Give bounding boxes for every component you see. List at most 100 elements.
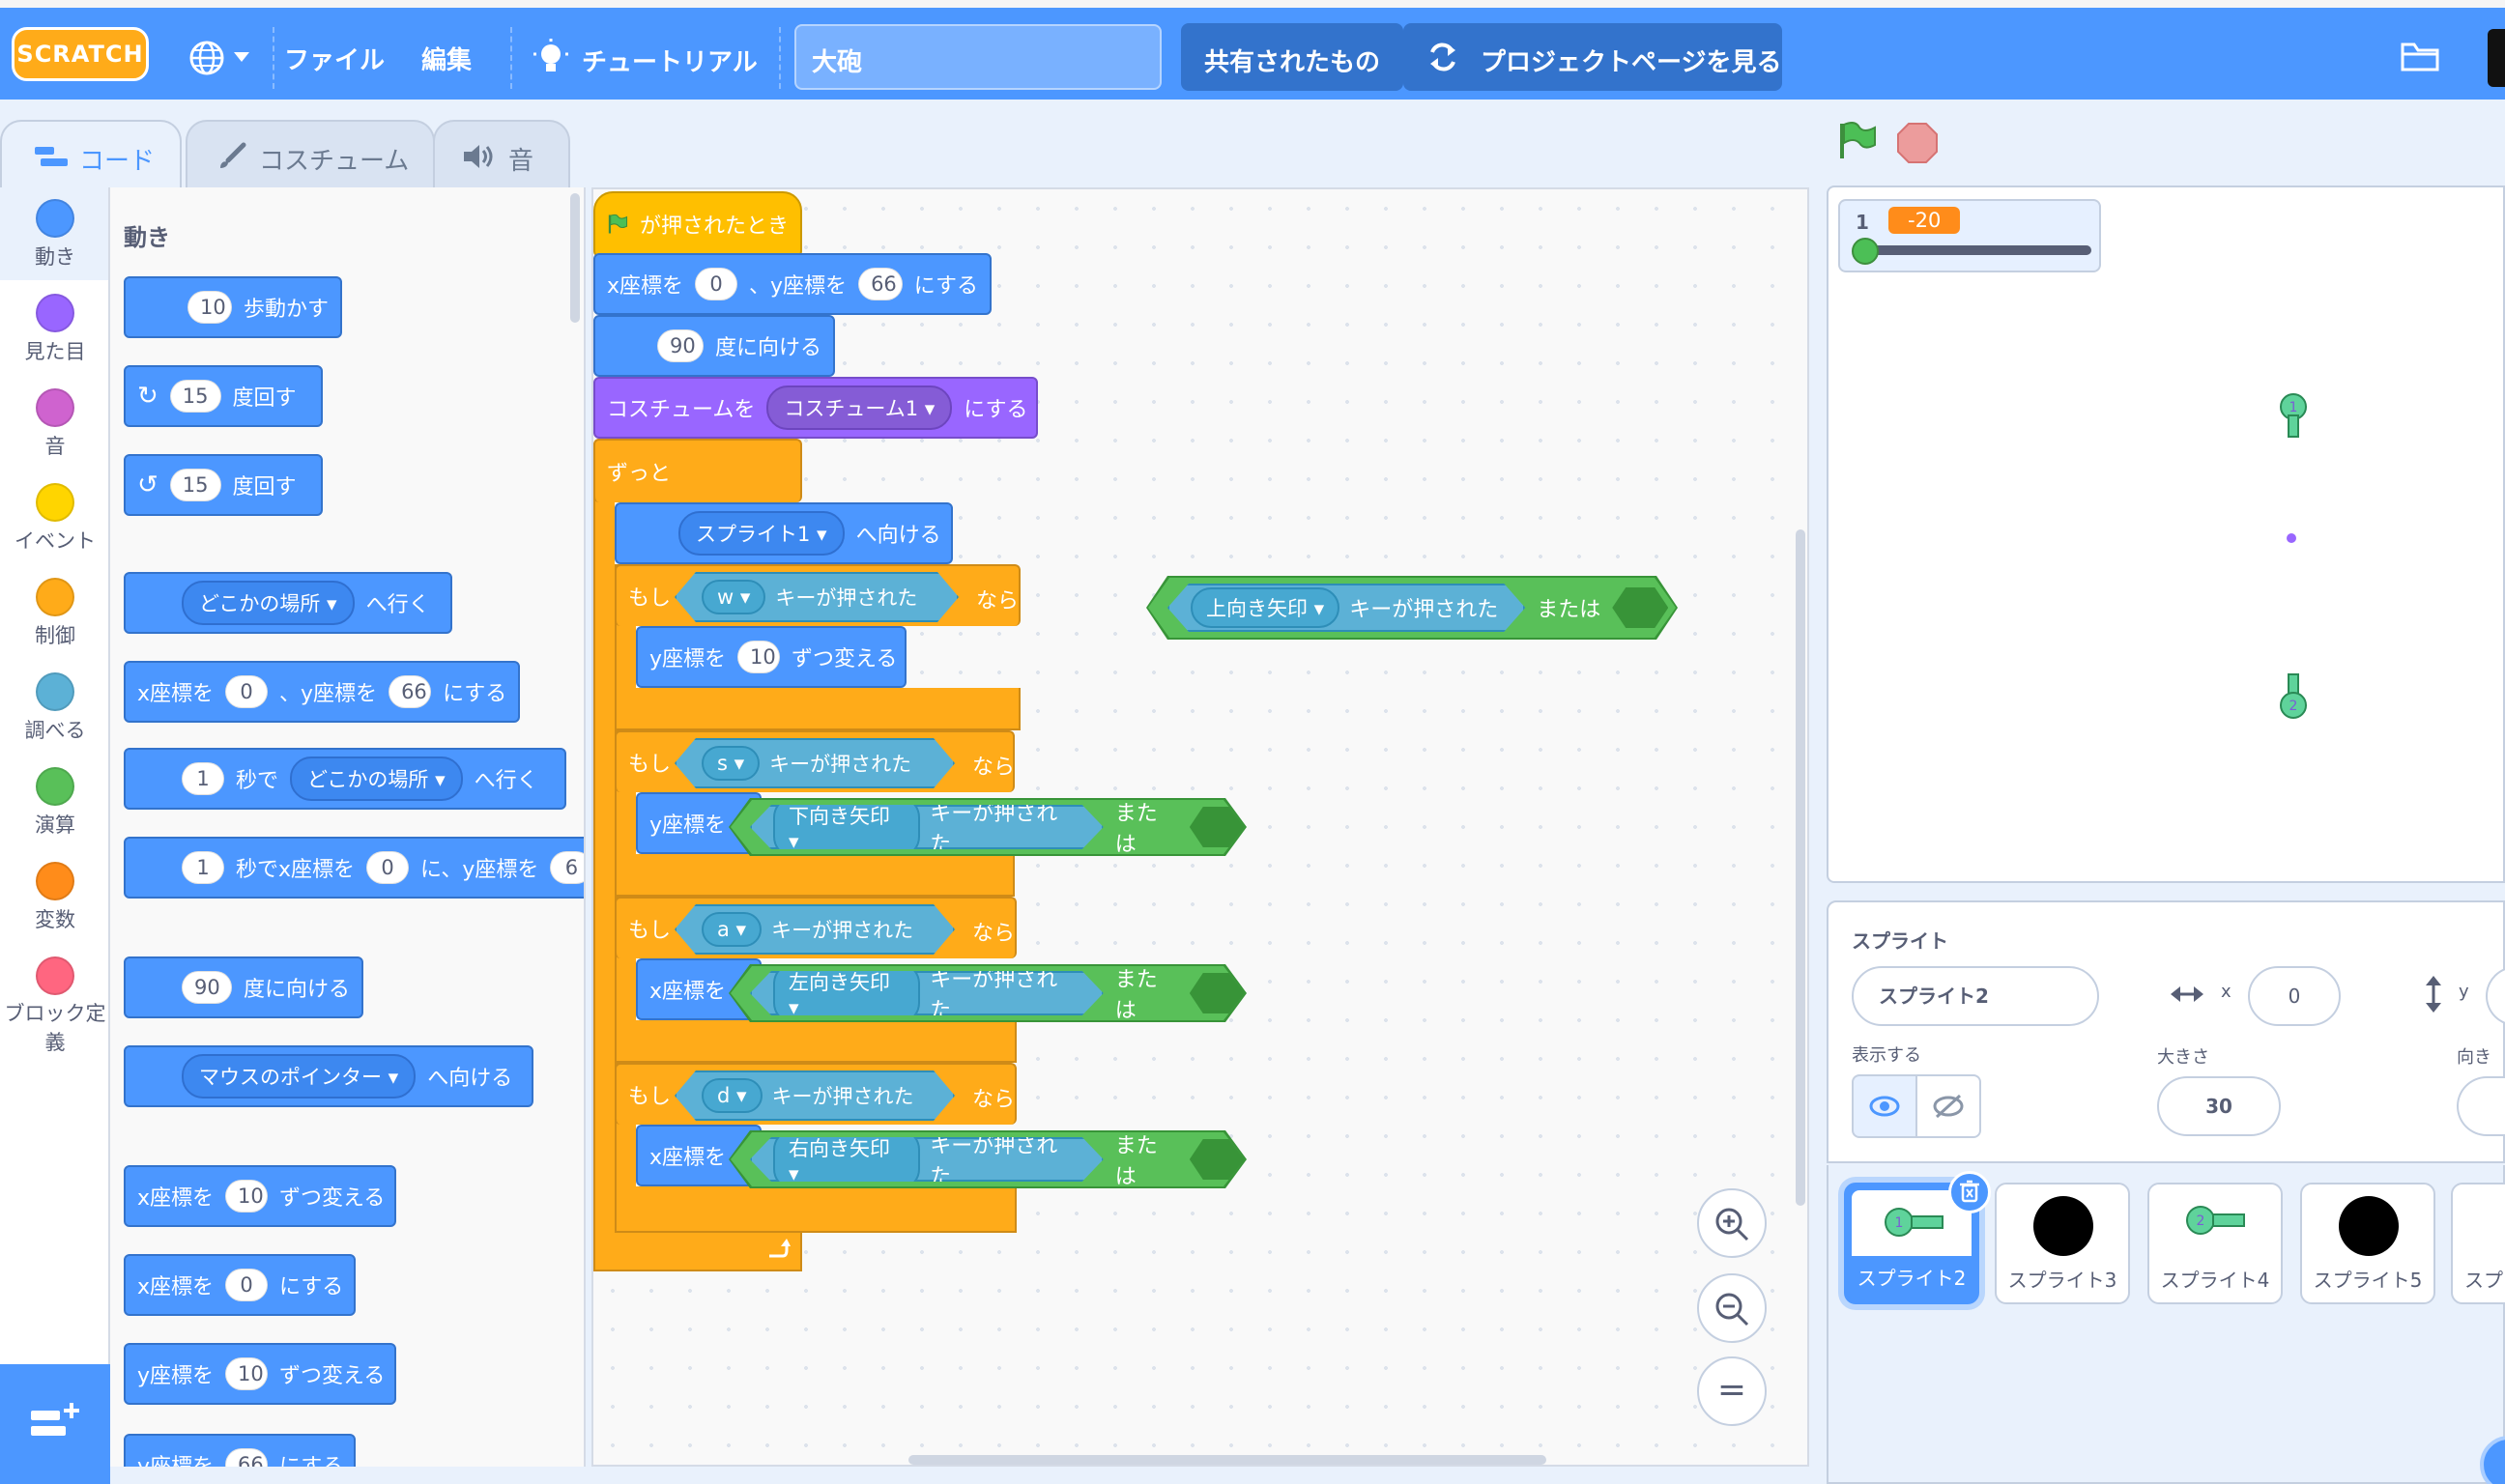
sprite-tile-3[interactable]: スプライト3	[1995, 1183, 2130, 1304]
goto-block[interactable]: どこかの場所 ▾ へ行く	[124, 572, 452, 634]
direction-input[interactable]	[2457, 1076, 2505, 1136]
change-x-value[interactable]: 10	[225, 1180, 269, 1213]
glide-xy-y[interactable]: 6	[550, 851, 584, 884]
zoom-in-button[interactable]	[1697, 1188, 1767, 1258]
delete-sprite-button[interactable]	[1948, 1171, 1991, 1213]
scratch-logo[interactable]: SCRATCH	[12, 27, 149, 81]
category-item[interactable]: 音	[0, 388, 110, 460]
size-input[interactable]: 30	[2157, 1076, 2281, 1136]
move-steps-block[interactable]: 10 歩動かす	[124, 276, 342, 338]
show-hidden-button[interactable]	[1915, 1074, 1981, 1138]
category-item[interactable]: 演算	[0, 767, 110, 839]
key-a-dropdown[interactable]: a ▾	[702, 912, 762, 947]
goto-xy-y[interactable]: 66	[389, 675, 432, 708]
change-x-block[interactable]: x座標を 10 ずつ変える	[124, 1165, 396, 1227]
forever-block[interactable]	[593, 439, 615, 1271]
right-arrow-dropdown[interactable]: 右向き矢印 ▾	[773, 1128, 920, 1190]
down-arrow-dropdown[interactable]: 下向き矢印 ▾	[773, 796, 920, 858]
workspace-vertical-scrollbar[interactable]	[1796, 529, 1805, 1206]
category-item[interactable]: イベント	[0, 483, 110, 555]
glide-xy-block[interactable]: 1 秒でx座標を 0 に、y座標を 6	[124, 837, 584, 899]
point-towards-block[interactable]: マウスのポインター ▾ へ向ける	[124, 1045, 533, 1107]
set-x-value[interactable]: 0	[225, 1269, 269, 1301]
key-w-dropdown[interactable]: w ▾	[702, 580, 765, 614]
glide-block[interactable]: 1 秒で どこかの場所 ▾ へ行く	[124, 748, 566, 810]
show-visible-button[interactable]	[1852, 1074, 1917, 1138]
key-a-pressed-condition[interactable]: a ▾ キーが押された	[675, 904, 955, 955]
sprite-tile-5[interactable]: スプライト5	[2300, 1183, 2435, 1304]
code-workspace[interactable]: が押されたとき x座標を 0 、y座標を 66 にする 90 度に向ける コスチ…	[591, 187, 1809, 1467]
key-w-pressed-condition[interactable]: w ▾ キーが押された	[675, 572, 959, 622]
monitor-slider-track[interactable]	[1859, 245, 2091, 255]
key-s-pressed-condition[interactable]: s ▾ キーが押された	[675, 738, 955, 788]
sprite-cannon-2[interactable]: 2	[2277, 672, 2310, 721]
category-item[interactable]: 調べる	[0, 672, 110, 744]
down-arrow-pressed-condition[interactable]: 下向き矢印 ▾ キーが押された	[750, 805, 1104, 849]
script-point-towards-block[interactable]: スプライト1 ▾ へ向ける	[615, 502, 953, 564]
folder-icon[interactable]	[2401, 41, 2439, 73]
change-y-block[interactable]: y座標を 10 ずつ変える	[124, 1343, 396, 1405]
shared-button[interactable]: 共有されたもの	[1181, 23, 1404, 91]
turn-left-block[interactable]: ↺ 15 度回す	[124, 454, 323, 516]
tab-sounds[interactable]: 音	[433, 120, 570, 187]
x-input[interactable]: 0	[2248, 966, 2341, 1026]
or-right-empty-slot[interactable]	[1190, 1139, 1245, 1180]
project-title-input[interactable]: 大砲	[794, 24, 1162, 90]
sprite-tile-4[interactable]: 2 スプライト4	[2147, 1183, 2283, 1304]
sprite-cannon-1[interactable]: 1	[2277, 392, 2310, 441]
menu-edit[interactable]: 編集	[421, 41, 472, 76]
goto-target-dropdown[interactable]: どこかの場所 ▾	[182, 581, 355, 625]
sprite-name-input[interactable]: スプライト2	[1852, 966, 2099, 1026]
move-steps-value[interactable]: 10	[187, 291, 232, 324]
up-arrow-dropdown[interactable]: 上向き矢印 ▾	[1191, 587, 1339, 628]
tab-code[interactable]: コード	[0, 120, 182, 187]
turn-left-value[interactable]: 15	[169, 469, 221, 501]
menu-file[interactable]: ファイル	[284, 41, 385, 76]
or-up-empty-slot[interactable]	[1612, 587, 1668, 628]
set-x-block[interactable]: x座標を 0 にする	[124, 1254, 356, 1316]
change-y-by-value[interactable]: 10	[737, 641, 781, 673]
when-flag-clicked-block[interactable]: が押されたとき	[593, 191, 802, 257]
category-item[interactable]: 制御	[0, 578, 110, 649]
zoom-out-button[interactable]	[1697, 1273, 1767, 1343]
stage-canvas[interactable]: 1 2	[1827, 186, 2505, 883]
set-y-value[interactable]: 66	[225, 1448, 269, 1467]
script-goto-xy-block[interactable]: x座標を 0 、y座標を 66 にする	[593, 253, 992, 315]
key-d-dropdown[interactable]: d ▾	[702, 1078, 763, 1113]
category-item[interactable]: 見た目	[0, 294, 110, 365]
sprite-tile-6[interactable]: スプ	[2451, 1183, 2505, 1304]
set-y-block[interactable]: y座標を 66 にする	[124, 1434, 356, 1467]
script-point-towards-dropdown[interactable]: スプライト1 ▾	[678, 511, 845, 556]
monitor-slider-thumb[interactable]	[1852, 238, 1879, 265]
category-item[interactable]: ブロック定義	[0, 956, 110, 1057]
turn-right-value[interactable]: 15	[169, 380, 221, 413]
project-page-button[interactable]: プロジェクトページを見る	[1403, 23, 1782, 91]
switch-costume-block[interactable]: コスチュームを コスチューム1 ▾ にする	[593, 377, 1038, 439]
change-y-value[interactable]: 10	[225, 1357, 269, 1390]
stop-button[interactable]	[1896, 122, 1939, 164]
or-left-empty-slot[interactable]	[1190, 973, 1245, 1013]
left-arrow-pressed-condition[interactable]: 左向き矢印 ▾ キーが押された	[750, 971, 1104, 1015]
goto-xy-x[interactable]: 0	[225, 675, 269, 708]
workspace-horizontal-scrollbar[interactable]	[908, 1455, 1546, 1465]
point-direction-value[interactable]: 90	[182, 971, 232, 1004]
tab-costumes[interactable]: コスチューム	[186, 120, 435, 187]
category-item[interactable]: 変数	[0, 862, 110, 933]
left-arrow-dropdown[interactable]: 左向き矢印 ▾	[773, 962, 920, 1024]
variable-monitor[interactable]: 1 -20	[1838, 199, 2101, 272]
right-arrow-pressed-condition[interactable]: 右向き矢印 ▾ キーが押された	[750, 1137, 1104, 1182]
sprite-tile-2[interactable]: 1 スプライト2	[1844, 1171, 1991, 1304]
costume-dropdown[interactable]: コスチューム1 ▾	[766, 385, 953, 430]
up-arrow-pressed-condition[interactable]: 上向き矢印 ▾ キーが押された	[1167, 584, 1525, 632]
turn-right-block[interactable]: ↻ 15 度回す	[124, 365, 323, 427]
script-goto-xy-y[interactable]: 66	[858, 268, 903, 300]
script-goto-xy-x[interactable]: 0	[695, 268, 738, 300]
key-s-dropdown[interactable]: s ▾	[702, 746, 760, 781]
key-d-pressed-condition[interactable]: d ▾ キーが押された	[675, 1070, 955, 1121]
glide-xy-x[interactable]: 0	[366, 851, 410, 884]
or-down-empty-slot[interactable]	[1190, 807, 1245, 847]
point-direction-block[interactable]: 90 度に向ける	[124, 956, 363, 1018]
palette-scrollbar[interactable]	[570, 193, 580, 323]
category-item[interactable]: 動き	[0, 199, 110, 271]
glide-xy-seconds[interactable]: 1	[182, 851, 224, 884]
